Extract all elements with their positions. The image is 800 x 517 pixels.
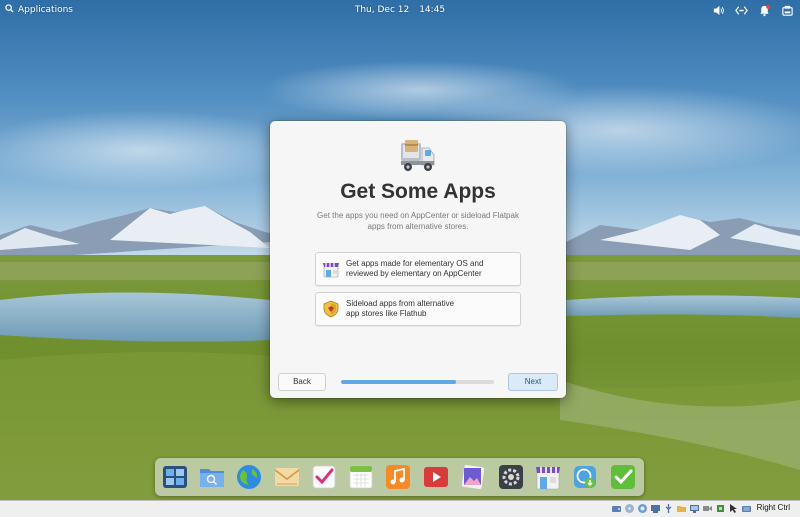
display-icon[interactable] [689, 503, 700, 514]
onboarding-progress-fill [341, 380, 456, 384]
dialog-title: Get Some Apps [340, 180, 496, 203]
web-browser-icon[interactable] [235, 463, 263, 491]
applications-menu[interactable]: Applications [5, 4, 73, 16]
next-button[interactable]: Next [508, 373, 558, 391]
appcenter-icon [322, 260, 340, 278]
network-adapter-icon[interactable] [650, 503, 661, 514]
sideload-option[interactable]: Sideload apps from alternative app store… [315, 292, 521, 326]
top-panel: Applications Thu, Dec 12 14:45 [0, 0, 800, 20]
search-icon [5, 4, 14, 16]
video-capture-icon[interactable] [702, 503, 713, 514]
appcenter-icon[interactable] [534, 463, 562, 491]
back-button[interactable]: Back [278, 373, 326, 391]
date-time-indicator: Thu, Dec 12 14:45 [0, 5, 800, 15]
videos-icon[interactable] [422, 463, 450, 491]
host-key-label: Right Ctrl [756, 503, 790, 512]
dock [155, 458, 644, 496]
hard-disk-icon[interactable] [611, 503, 622, 514]
date-label[interactable]: Thu, Dec 12 [355, 5, 409, 15]
time-label[interactable]: 14:45 [419, 5, 445, 15]
onboarding-progress [341, 380, 494, 384]
onboarding-dialog: Get Some Apps Get the apps you need on A… [270, 121, 566, 398]
panel-indicators [711, 3, 794, 17]
files-icon[interactable] [198, 463, 226, 491]
mail-icon[interactable] [273, 463, 301, 491]
system-settings-icon[interactable] [497, 463, 525, 491]
onboarding-icon[interactable] [609, 463, 637, 491]
tasks-icon[interactable] [310, 463, 338, 491]
audio-icon[interactable] [637, 503, 648, 514]
host-status-icons [611, 503, 752, 514]
delivery-truck-icon [398, 135, 438, 175]
power-icon[interactable] [780, 3, 794, 17]
photos-icon[interactable] [459, 463, 487, 491]
sideload-option-label: Sideload apps from alternative app store… [346, 299, 455, 318]
notifications-icon[interactable] [757, 3, 771, 17]
shared-folders-icon[interactable] [676, 503, 687, 514]
optical-disk-icon[interactable] [624, 503, 635, 514]
music-icon[interactable] [384, 463, 412, 491]
calendar-icon[interactable] [347, 463, 375, 491]
dialog-description: Get the apps you need on AppCenter or si… [317, 211, 519, 231]
vm-host-statusbar: Right Ctrl [0, 500, 800, 517]
network-icon[interactable] [734, 3, 748, 17]
keyboard-capture-icon[interactable] [741, 503, 752, 514]
volume-icon[interactable] [711, 3, 725, 17]
cpu-icon[interactable] [715, 503, 726, 514]
appcenter-option[interactable]: Get apps made for elementary OS and revi… [315, 252, 521, 286]
applications-label: Applications [18, 5, 73, 15]
appcenter-option-label: Get apps made for elementary OS and revi… [346, 259, 484, 278]
usb-icon[interactable] [663, 503, 674, 514]
software-update-icon[interactable] [571, 463, 599, 491]
multitasking-view-icon[interactable] [161, 463, 189, 491]
sideload-shield-icon [322, 300, 340, 318]
mouse-integration-icon[interactable] [728, 503, 739, 514]
